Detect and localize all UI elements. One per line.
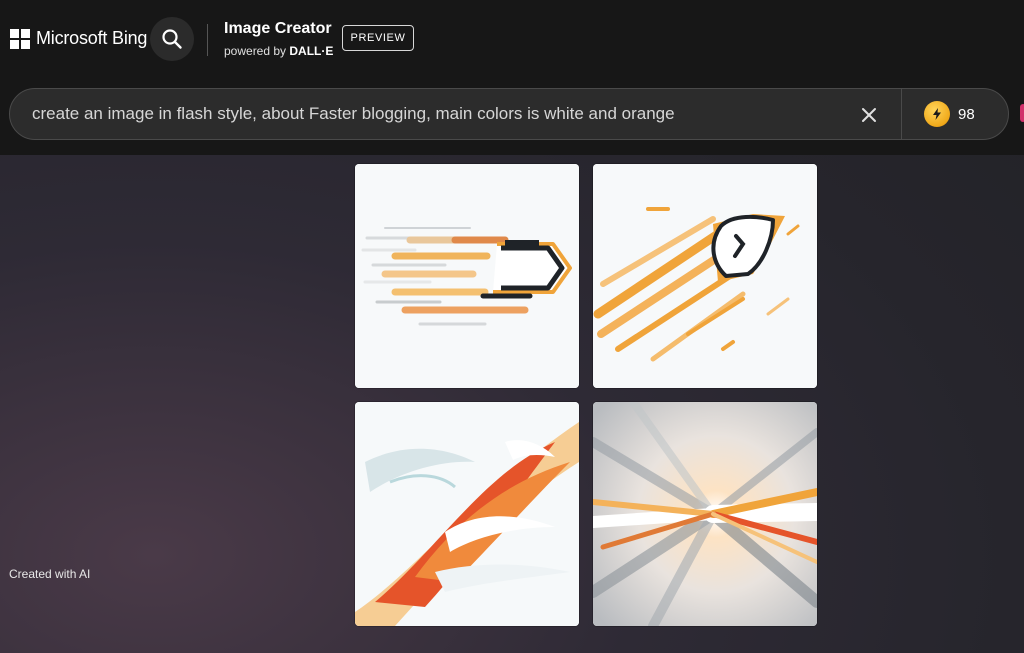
boost-count: 98	[958, 105, 975, 123]
page-title: Image Creator	[224, 20, 332, 37]
page-subtitle: powered by DALL·E	[224, 44, 333, 58]
profile-edge-indicator[interactable]	[1020, 104, 1024, 122]
pen-speed-illustration	[355, 164, 579, 388]
search-icon	[162, 29, 182, 49]
brand-name: Microsoft Bing	[36, 28, 148, 48]
search-button[interactable]	[150, 17, 194, 61]
boost-coin-icon	[924, 101, 950, 127]
clear-icon[interactable]	[858, 104, 880, 126]
speed-burst-illustration	[593, 402, 817, 626]
subtitle-prefix: powered by	[224, 44, 287, 58]
swoosh-illustration	[355, 402, 579, 626]
boosts-counter[interactable]: 98	[924, 101, 975, 127]
generated-image-1[interactable]	[355, 164, 579, 388]
generated-image-2[interactable]	[593, 164, 817, 388]
generated-image-3[interactable]	[355, 402, 579, 626]
created-with-ai-label: Created with AI	[9, 567, 91, 581]
rocket-pen-illustration	[593, 164, 817, 388]
header-divider	[207, 24, 208, 56]
microsoft-logo-icon	[10, 28, 30, 49]
top-bar: Microsoft Bing Image Creator powered by …	[0, 0, 1024, 155]
prompt-input[interactable]: create an image in flash style, about Fa…	[32, 104, 675, 124]
preview-badge: PREVIEW	[342, 25, 414, 51]
generated-image-4[interactable]	[593, 402, 817, 626]
prompt-bar: create an image in flash style, about Fa…	[9, 88, 1009, 140]
prompt-divider	[901, 89, 902, 139]
lightning-icon	[933, 108, 941, 120]
subtitle-brand: DALL·E	[289, 44, 334, 58]
bing-logo[interactable]: Microsoft Bing	[10, 28, 147, 49]
